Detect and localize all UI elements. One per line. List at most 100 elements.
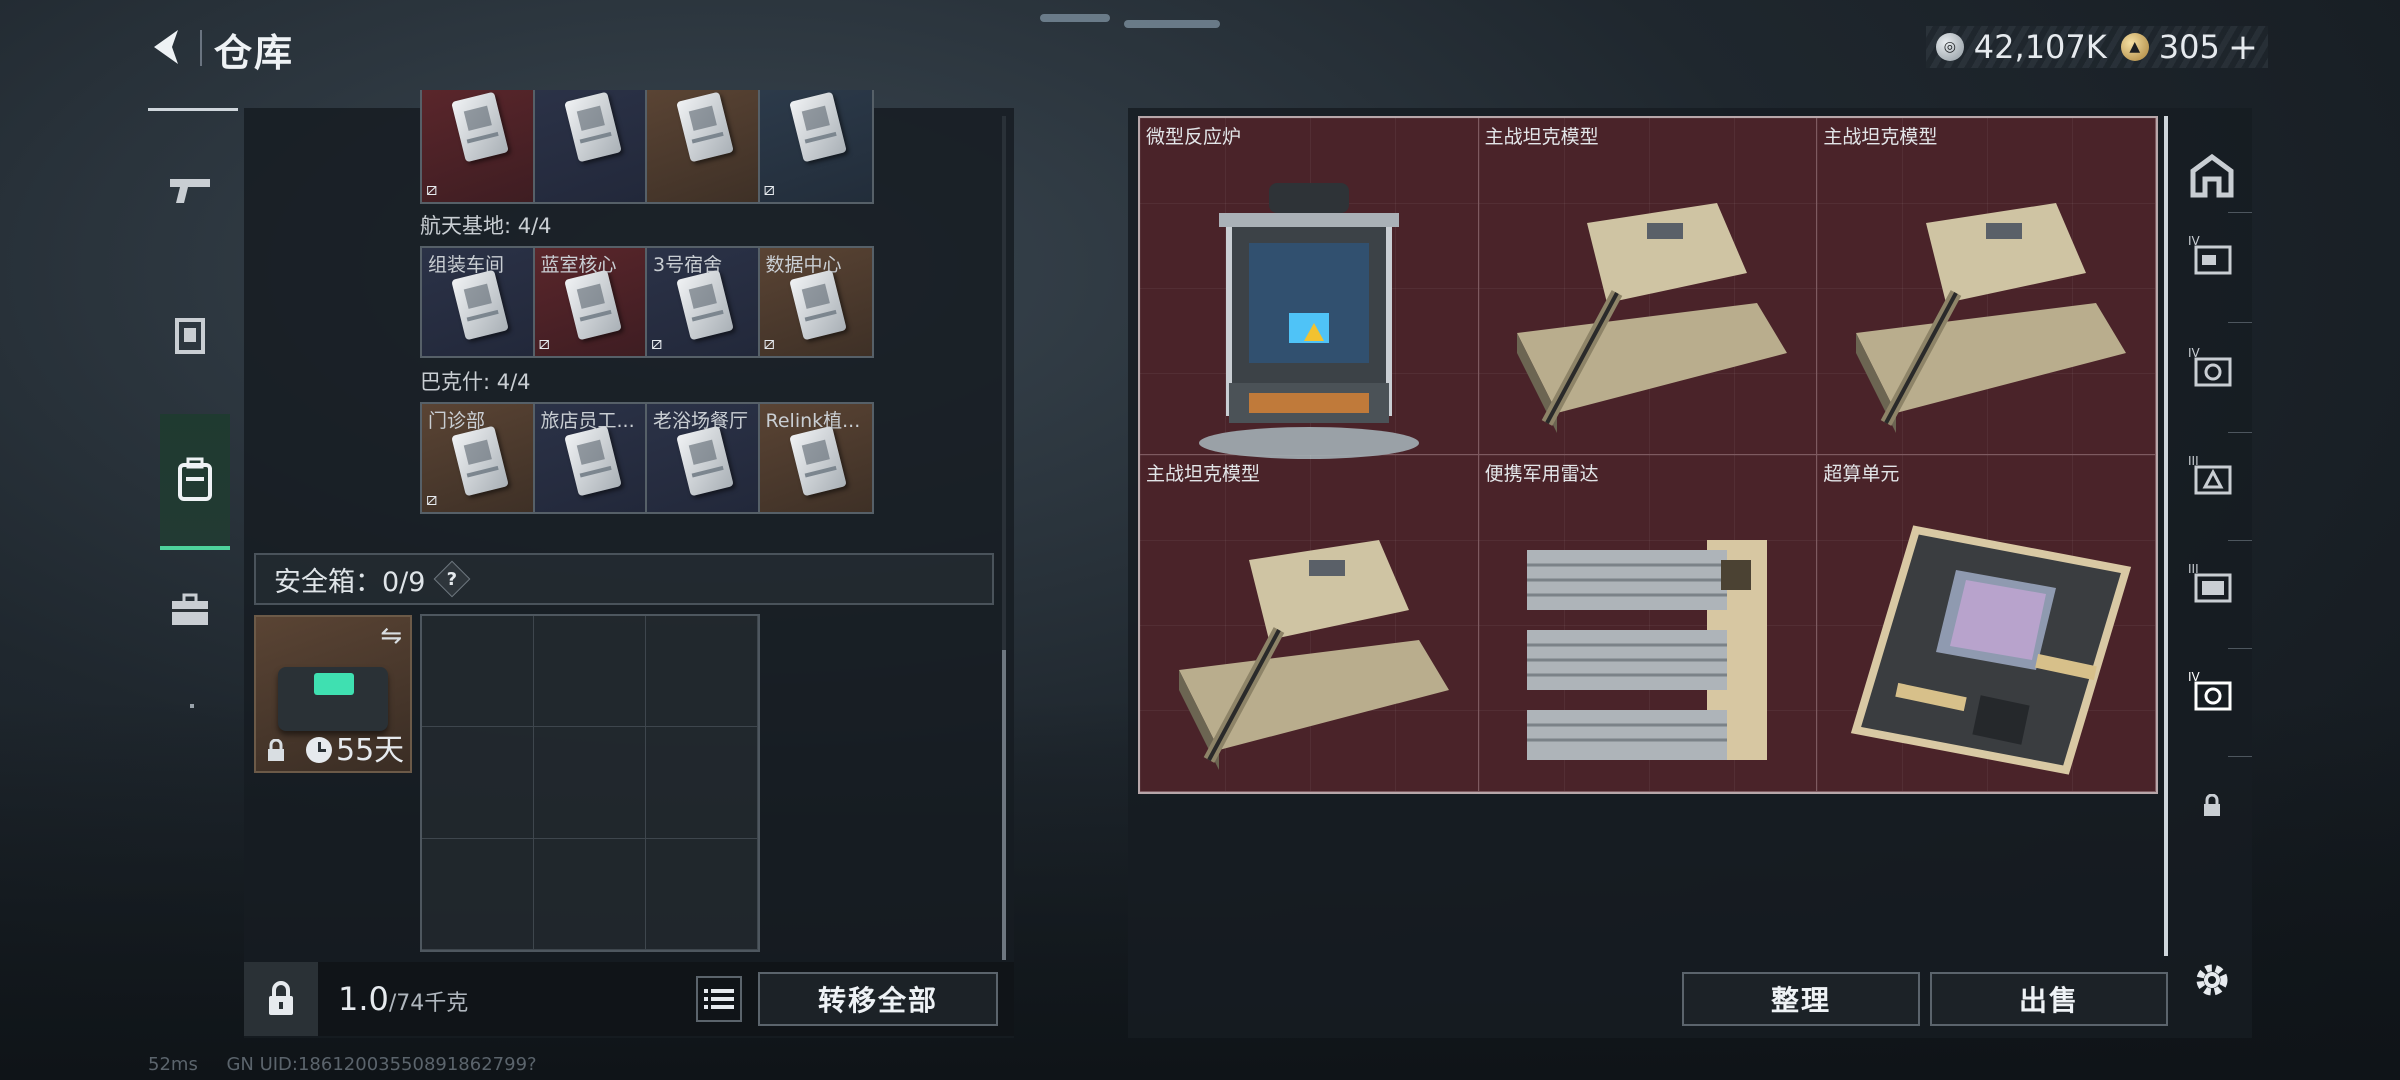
safe-box-screen (314, 673, 354, 695)
keycard-icon (788, 425, 847, 497)
back-button[interactable] (144, 22, 194, 72)
nav-separator (2228, 212, 2252, 213)
add-currency-button[interactable]: + (2228, 27, 2258, 68)
nav-separator (2228, 648, 2252, 649)
key-card-item[interactable]: 数据中心 ⧄ (759, 248, 872, 356)
safe-box-grid[interactable] (420, 614, 760, 952)
item-name: 主战坦克模型 (1484, 126, 1599, 148)
stash-tab-iv-a[interactable]: IV (2184, 228, 2240, 284)
weight-display: 1.0/74千克 (338, 980, 468, 1018)
item-name: 便携军用雷达 (1484, 463, 1599, 485)
stash-scrollbar[interactable] (2164, 116, 2168, 956)
keycard-icon (563, 91, 622, 163)
key-card-item[interactable] (647, 90, 760, 202)
stash-tab-all[interactable] (2184, 148, 2240, 204)
nav-equipment[interactable] (158, 304, 222, 368)
gear-icon (2196, 964, 2228, 996)
key-grid-2: 门诊部 ⧄ 旅店员工... 老浴场餐厅 Relink植... (420, 402, 874, 514)
item-name: 主战坦克模型 (1146, 463, 1261, 485)
currency-bar: ◎ 42,107K ▲ 305 + (1925, 26, 2268, 68)
swap-icon[interactable]: ⇋ (380, 621, 402, 651)
key-card-item[interactable]: ⧄ (422, 90, 535, 202)
nav-more-dot (190, 704, 194, 708)
inventory-scrollbar-thumb[interactable] (1002, 650, 1006, 960)
backpack-icon (178, 457, 212, 501)
safe-slot[interactable] (646, 616, 758, 728)
sort-button[interactable]: 整理 (1682, 972, 1920, 1026)
list-view-button[interactable] (696, 976, 742, 1022)
gold-amount: 305 (2158, 28, 2220, 66)
safe-slot[interactable] (534, 727, 646, 839)
lock-icon (2204, 794, 2220, 816)
key-card-item[interactable]: 门诊部 ⧄ (422, 404, 535, 512)
stash-item-tank[interactable]: 主战坦克模型 (1817, 118, 2156, 455)
key-card-item[interactable]: ⧄ (759, 90, 872, 202)
stash-item-tank[interactable]: 主战坦克模型 (1478, 118, 1818, 455)
safe-box-icon (278, 667, 388, 731)
stash-tab-iv-b[interactable]: IV (2184, 340, 2240, 396)
page-tab-icon: IV (2188, 234, 2232, 275)
key-card-item[interactable] (534, 90, 647, 202)
page-title: 仓库 (214, 31, 295, 75)
stash-icon (2190, 153, 2234, 198)
stash-item-tank[interactable]: 主战坦克模型 (1140, 455, 1479, 792)
stash-item-radar[interactable]: 便携军用雷达 (1478, 455, 1818, 792)
stash-tab-iv-c-active[interactable]: IV (2184, 664, 2240, 720)
list-icon (704, 989, 734, 1009)
nav-weapons[interactable] (158, 158, 222, 222)
tank-icon (1178, 539, 1449, 770)
stash-item-reactor[interactable]: 微型反应炉 (1140, 118, 1479, 459)
key-card-item[interactable]: 蓝室核心 ⧄ (534, 248, 647, 356)
radar-icon (1527, 539, 1768, 760)
nav-toolbox[interactable] (158, 578, 222, 642)
keycard-icon (676, 269, 734, 341)
key-card-item[interactable]: 老浴场餐厅 (647, 404, 760, 512)
safe-box-item[interactable]: ⇋ 55天 (254, 615, 412, 773)
reactor-icon (1198, 182, 1419, 459)
key-grid-1: 组装车间 蓝室核心 ⧄ 3号宿舍 ⧄ 数据中心 ⧄ (420, 246, 874, 358)
status-bar: 52ms GN UID:18612003550891862799? (148, 1054, 537, 1075)
silver-currency: ◎ 42,107K (1935, 28, 2107, 66)
stash-tab-iii-b[interactable]: III (2184, 556, 2240, 612)
lock-button[interactable] (244, 962, 318, 1036)
stash-item-supercomputer[interactable]: 超算单元 (1817, 455, 2156, 792)
safe-slot[interactable] (422, 727, 534, 839)
key-card-item[interactable]: 旅店员工... (534, 404, 647, 512)
lock-icon (268, 739, 284, 761)
key-card-item[interactable]: Relink植... (759, 404, 872, 512)
transfer-all-button[interactable]: 转移全部 (758, 972, 998, 1026)
stash-tab-locked[interactable] (2184, 778, 2240, 834)
safe-slot[interactable] (534, 616, 646, 728)
supercomputer-icon (1851, 525, 2132, 775)
toolbox-icon (172, 593, 208, 625)
page-tab-icon: IV (2188, 670, 2232, 711)
safe-slot[interactable] (646, 727, 758, 839)
back-arrow-icon (154, 30, 178, 64)
armor-icon (175, 318, 205, 354)
nav-separator (2228, 432, 2252, 433)
unbound-icon: ⧄ (538, 333, 550, 354)
help-button[interactable]: ? (434, 560, 471, 598)
tank-icon (1856, 202, 2127, 433)
key-card-item[interactable]: 3号宿舍 ⧄ (647, 248, 760, 356)
keycard-icon (451, 425, 509, 497)
pistol-icon (170, 179, 210, 203)
settings-button[interactable] (2184, 952, 2240, 1008)
stash-tab-iii-a[interactable]: III (2184, 448, 2240, 504)
keycard-icon (563, 425, 622, 497)
right-nav: IV IV III III IV (2170, 108, 2252, 1038)
safe-slot[interactable] (646, 838, 758, 950)
safe-slot[interactable] (534, 838, 646, 950)
safe-box-label: 安全箱：0/9 (274, 566, 426, 598)
page-tab-icon: III (2188, 562, 2232, 603)
header-separator (200, 30, 202, 66)
safe-slot[interactable] (422, 838, 534, 950)
item-name: 超算单元 (1823, 463, 1900, 485)
item-name: 主战坦克模型 (1823, 126, 1938, 148)
key-card-item[interactable]: 组装车间 (422, 248, 535, 356)
keycard-icon (451, 91, 509, 163)
nav-top-line (148, 108, 238, 111)
nav-backpack[interactable] (160, 414, 230, 550)
sell-button[interactable]: 出售 (1930, 972, 2168, 1026)
safe-slot[interactable] (422, 616, 534, 728)
